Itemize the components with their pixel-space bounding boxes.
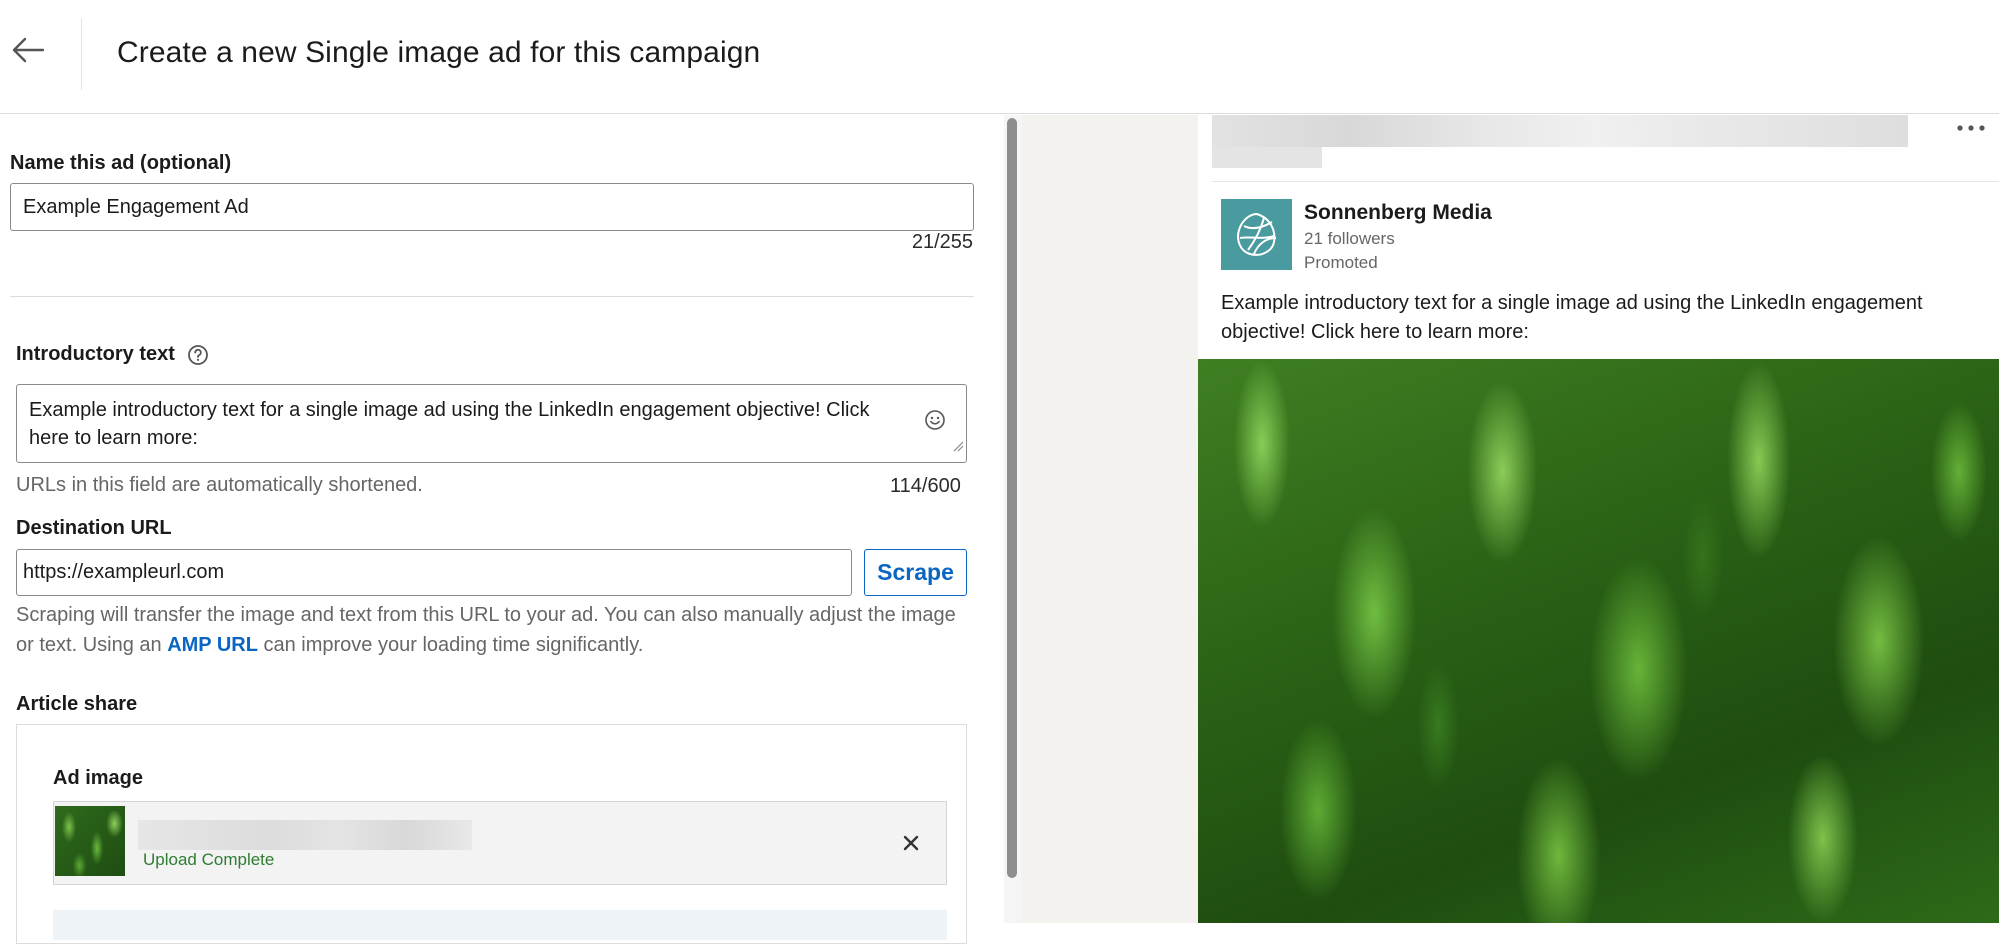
preview-intro-text: Example introductory text for a single i… <box>1221 289 1923 347</box>
back-arrow-icon[interactable] <box>8 30 48 70</box>
destination-url-input[interactable]: https://exampleurl.com <box>16 549 852 596</box>
preview-intro-line-2: objective! Click here to learn more: <box>1221 321 1529 343</box>
preview-intro-line-1: Example introductory text for a single i… <box>1221 292 1923 314</box>
header-divider <box>81 18 82 90</box>
uploaded-image-row: Upload Complete <box>53 801 947 885</box>
intro-text-line-2: here to learn more: <box>29 427 198 449</box>
section-divider <box>10 296 974 297</box>
ad-preview-card: Sonnenberg Media 21 followers Promoted E… <box>1198 115 1999 923</box>
scrape-button-label: Scrape <box>877 559 954 585</box>
redacted-preview-header <box>1212 115 1908 147</box>
company-logo <box>1221 199 1292 270</box>
intro-text-textarea[interactable]: Example introductory text for a single i… <box>16 384 967 463</box>
destination-url-value: https://exampleurl.com <box>23 561 225 583</box>
followers-count: 21 followers <box>1304 229 1395 248</box>
destination-url-label: Destination URL <box>16 517 172 539</box>
promoted-label: Promoted <box>1304 253 1378 272</box>
intro-text-line-1: Example introductory text for a single i… <box>29 399 870 421</box>
preview-divider <box>1212 181 1999 182</box>
upload-status: Upload Complete <box>143 850 275 869</box>
scrape-button[interactable]: Scrape <box>864 549 967 596</box>
redacted-preview-subheader <box>1212 147 1322 168</box>
ad-name-counter: 21/255 <box>911 231 973 253</box>
company-name[interactable]: Sonnenberg Media <box>1304 201 1492 225</box>
emoji-icon[interactable] <box>924 409 946 439</box>
intro-text-label-row: Introductory text <box>16 343 209 366</box>
amp-url-link[interactable]: AMP URL <box>167 634 258 656</box>
remove-image-close-icon[interactable] <box>902 834 920 857</box>
form-scrollbar-thumb[interactable] <box>1007 118 1017 878</box>
more-options-icon[interactable] <box>1955 121 1987 140</box>
ad-form-panel: Name this ad (optional) Example Engageme… <box>0 115 1010 944</box>
ad-name-label: Name this ad (optional) <box>10 152 232 174</box>
ad-name-value: Example Engagement Ad <box>23 195 249 218</box>
article-share-label: Article share <box>16 693 138 715</box>
uploaded-image-thumbnail <box>55 806 125 876</box>
page-title: Create a new Single image ad for this ca… <box>117 36 761 69</box>
help-icon[interactable] <box>187 344 209 366</box>
article-share-box: Ad image Upload Complete <box>16 724 967 944</box>
scrape-hint-text-end: can improve your loading time significan… <box>257 634 644 656</box>
resize-handle-icon[interactable] <box>952 432 964 460</box>
intro-text-counter: 114/600 <box>890 475 961 497</box>
destination-url-hint: Scraping will transfer the image and tex… <box>16 600 971 660</box>
ad-name-input[interactable]: Example Engagement Ad <box>10 183 974 231</box>
intro-text-label: Introductory text <box>16 343 175 365</box>
intro-text-hint: URLs in this field are automatically sho… <box>16 474 423 496</box>
next-section-strip <box>53 910 947 940</box>
redacted-filename <box>138 820 472 850</box>
top-bar: Create a new Single image ad for this ca… <box>0 0 1999 114</box>
ad-image-label: Ad image <box>53 767 144 789</box>
ad-preview-image[interactable] <box>1198 359 1999 923</box>
